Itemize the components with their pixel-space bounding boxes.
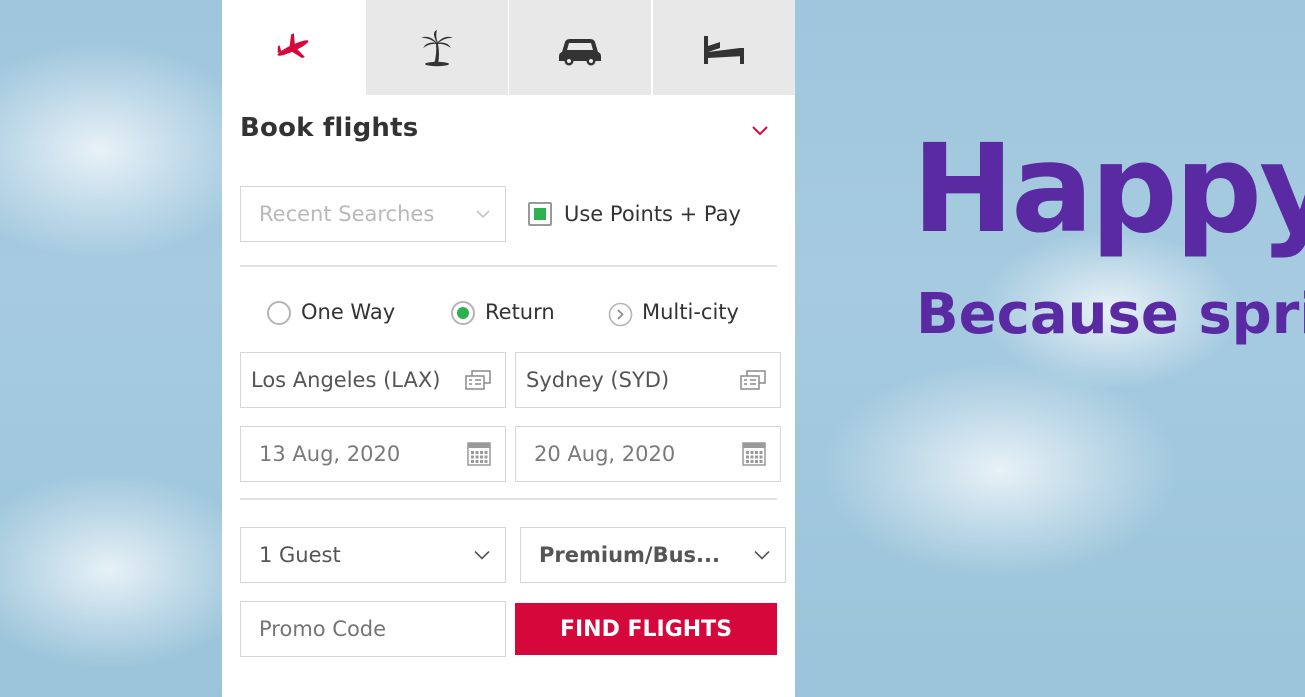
airport-list-icon[interactable] (740, 370, 766, 390)
tab-car-hire[interactable] (509, 0, 651, 95)
booking-panel: Book flights Recent Searches Use Points … (222, 0, 795, 697)
calendar-icon[interactable] (742, 442, 766, 466)
product-tabs (222, 0, 795, 95)
return-date-field[interactable]: 20 Aug, 2020 (515, 426, 781, 482)
recent-searches-select[interactable]: Recent Searches (240, 186, 506, 242)
return-radio[interactable] (451, 301, 475, 325)
recent-searches-label: Recent Searches (259, 202, 435, 226)
car-icon (559, 38, 601, 65)
tab-hotels[interactable] (653, 0, 795, 95)
tab-flights[interactable] (222, 0, 364, 95)
origin-field[interactable]: Los Angeles (LAX) (240, 352, 506, 408)
plane-icon (277, 32, 309, 58)
bed-icon (704, 35, 744, 64)
hero-headline: Happy (912, 118, 1305, 260)
depart-date-value: 13 Aug, 2020 (259, 442, 401, 466)
one-way-radio[interactable] (267, 301, 291, 325)
multi-city-label[interactable]: Multi-city (642, 300, 739, 324)
destination-value: Sydney (SYD) (526, 368, 670, 392)
palm-tree-icon (421, 29, 453, 66)
one-way-label: One Way (301, 300, 396, 324)
chevron-down-icon (476, 210, 490, 219)
cabin-class-select[interactable]: Premium/Bus... (520, 527, 786, 583)
use-points-label: Use Points + Pay (564, 202, 741, 226)
find-flights-button[interactable]: FIND FLIGHTS (515, 603, 777, 655)
depart-date-field[interactable]: 13 Aug, 2020 (240, 426, 506, 482)
destination-field[interactable]: Sydney (SYD) (515, 352, 781, 408)
guests-value: 1 Guest (259, 543, 341, 567)
divider (240, 498, 777, 500)
calendar-icon[interactable] (467, 442, 491, 466)
origin-value: Los Angeles (LAX) (251, 368, 441, 392)
airport-list-icon[interactable] (465, 370, 491, 390)
hero-subhead: Because spri (916, 282, 1305, 347)
multi-city-arrow-icon[interactable] (608, 302, 633, 327)
return-label: Return (485, 300, 555, 324)
chevron-down-icon (754, 550, 770, 560)
cabin-class-value: Premium/Bus... (539, 543, 720, 567)
return-date-value: 20 Aug, 2020 (534, 442, 676, 466)
guests-select[interactable]: 1 Guest (240, 527, 506, 583)
use-points-checkbox[interactable] (528, 202, 552, 226)
cloud-decoration (0, 40, 260, 260)
chevron-down-icon (474, 550, 490, 560)
cloud-decoration (820, 360, 1180, 580)
cloud-decoration (0, 470, 260, 670)
promo-code-input[interactable] (240, 601, 506, 657)
chevron-down-icon[interactable] (750, 122, 770, 138)
tab-holidays[interactable] (366, 0, 508, 95)
divider (240, 265, 777, 267)
page-title: Book flights (240, 113, 419, 143)
